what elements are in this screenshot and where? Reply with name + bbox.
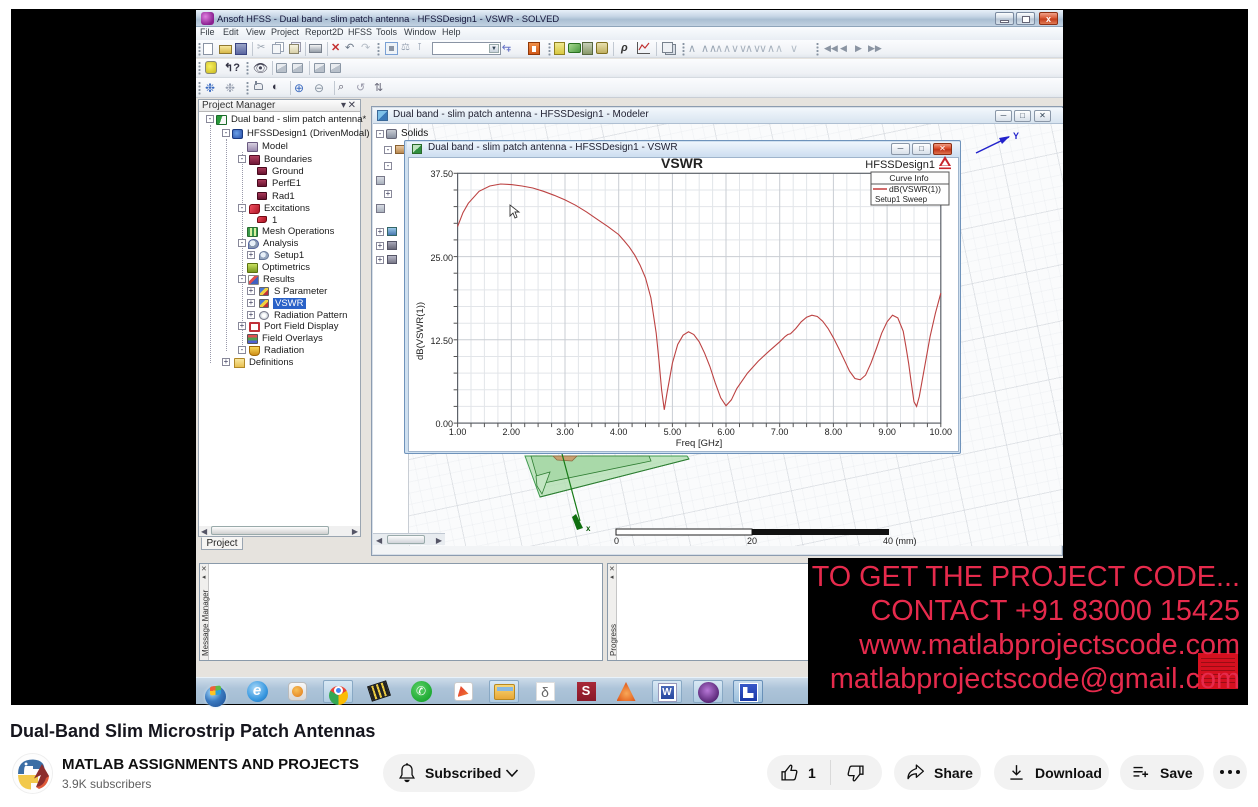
svg-text:3.00: 3.00 — [556, 427, 574, 437]
svg-text:x: x — [586, 524, 591, 533]
svg-text:10.00: 10.00 — [930, 427, 953, 437]
svg-text:7.00: 7.00 — [771, 427, 789, 437]
svg-text:1.00: 1.00 — [449, 427, 467, 437]
svg-text:20: 20 — [747, 536, 757, 546]
svg-text:Setup1 Sweep: Setup1 Sweep — [875, 195, 928, 204]
svg-text:Curve Info: Curve Info — [889, 173, 928, 183]
svg-text:HFSSDesign1: HFSSDesign1 — [865, 159, 935, 171]
svg-text:25.00: 25.00 — [430, 253, 453, 263]
svg-text:Freq [GHz]: Freq [GHz] — [676, 438, 722, 449]
svg-text:9.00: 9.00 — [878, 427, 896, 437]
svg-text:4.00: 4.00 — [610, 427, 628, 437]
svg-text:6.00: 6.00 — [717, 427, 735, 437]
svg-text:37.50: 37.50 — [430, 169, 453, 179]
svg-text:12.50: 12.50 — [430, 336, 453, 346]
svg-text:2.00: 2.00 — [503, 427, 521, 437]
svg-text:Y: Y — [1013, 131, 1019, 141]
svg-text:0: 0 — [614, 536, 619, 546]
svg-text:8.00: 8.00 — [825, 427, 843, 437]
svg-text:5.00: 5.00 — [664, 427, 682, 437]
svg-text:VSWR: VSWR — [661, 155, 703, 171]
svg-text:dB(VSWR(1)): dB(VSWR(1)) — [889, 184, 941, 194]
svg-text:dB(VSWR(1)): dB(VSWR(1)) — [415, 302, 426, 360]
svg-text:40 (mm): 40 (mm) — [883, 536, 917, 546]
